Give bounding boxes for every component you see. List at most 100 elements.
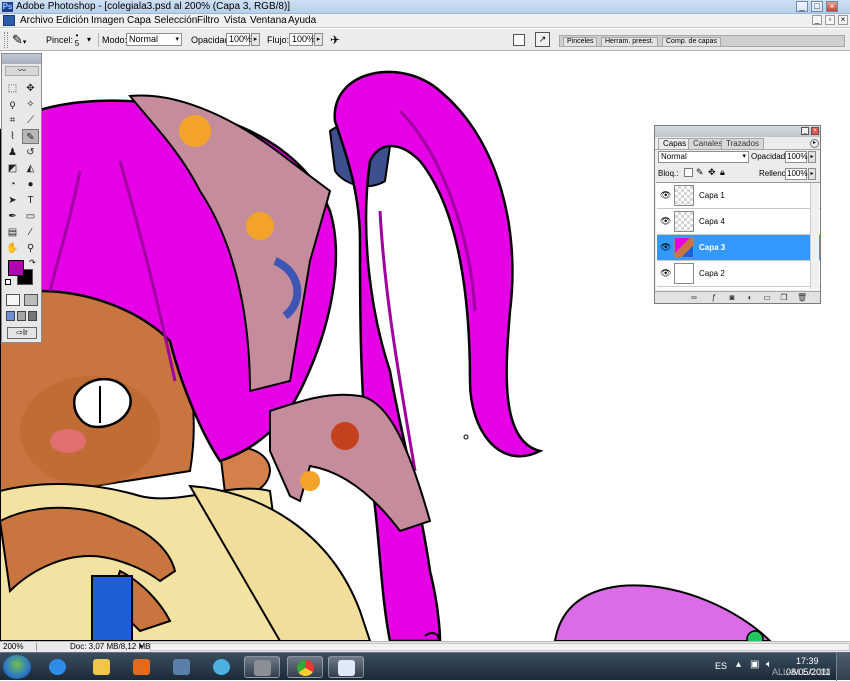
taskbar-window[interactable] (244, 656, 280, 678)
doc-minimize-button[interactable]: _ (812, 15, 822, 25)
panel-menu-icon[interactable]: ▸ (810, 139, 819, 148)
swap-colors-icon[interactable]: ↷ (29, 258, 36, 267)
default-colors-icon[interactable] (5, 279, 11, 285)
minimize-button[interactable]: _ (796, 1, 808, 12)
type-tool-icon[interactable]: T (22, 193, 39, 208)
opacity-input[interactable]: 100% (226, 33, 252, 46)
hand-tool-icon[interactable]: ✋ (4, 241, 21, 256)
new-layer-icon[interactable]: ❐ (779, 293, 789, 303)
opacity-slider-button[interactable]: ▸ (251, 33, 260, 46)
flow-input[interactable]: 100% (289, 33, 315, 46)
panel-minimize-button[interactable]: _ (801, 127, 809, 135)
screen-mode-standard-icon[interactable] (6, 311, 15, 321)
airbrush-icon[interactable]: ✈ (327, 32, 343, 48)
language-indicator[interactable]: ES (715, 661, 727, 671)
brush-size-picker[interactable]: • 5 (72, 32, 82, 48)
lasso-tool-icon[interactable]: ϙ (4, 97, 21, 112)
menu-archivo[interactable]: Archivo (20, 15, 53, 26)
taskbar-media[interactable] (124, 656, 160, 678)
tray-arrow-icon[interactable]: ▴ (736, 659, 741, 670)
clone-stamp-tool-icon[interactable]: ♟ (4, 145, 21, 160)
layer-style-icon[interactable]: ƒ (709, 293, 719, 303)
lock-position-icon[interactable]: ✥ (708, 167, 716, 178)
taskbar-ie[interactable] (40, 656, 76, 678)
new-group-icon[interactable]: ▭ (762, 293, 772, 303)
eyedropper-tool-icon[interactable]: ⁄ (22, 225, 39, 240)
standard-mode-icon[interactable] (6, 294, 20, 306)
doc-close-button[interactable]: × (838, 15, 848, 25)
fill-slider-button[interactable]: ▸ (808, 168, 816, 180)
file-browser-icon[interactable] (513, 34, 525, 46)
link-layers-icon[interactable]: ∞ (689, 293, 699, 303)
menu-ayuda[interactable]: Ayuda (288, 15, 316, 26)
delete-layer-icon[interactable]: 🗑︎ (797, 293, 807, 303)
fill-input[interactable]: 100% (785, 168, 807, 180)
foreground-color-swatch[interactable] (8, 260, 24, 276)
toolbox-grip[interactable] (2, 54, 41, 64)
menu-filtro[interactable]: Filtro (197, 15, 219, 26)
screen-mode-full-menu-icon[interactable] (17, 311, 26, 321)
doc-restore-button[interactable]: ▫ (825, 15, 835, 25)
brush-picker-arrow-icon[interactable]: ▾ (87, 35, 91, 44)
flow-slider-button[interactable]: ▸ (314, 33, 323, 46)
eye-icon[interactable]: 👁︎ (660, 268, 671, 278)
maximize-button[interactable]: □ (811, 1, 823, 12)
taskbar-explorer[interactable] (84, 656, 120, 678)
taskbar-messenger[interactable] (204, 656, 240, 678)
zoom-level[interactable]: 200% (3, 642, 23, 652)
slice-tool-icon[interactable]: ⟋ (22, 113, 39, 128)
horizontal-scrollbar[interactable] (150, 643, 850, 651)
layer-opacity-input[interactable]: 100% (785, 151, 807, 163)
show-desktop-button[interactable] (836, 653, 850, 681)
network-icon[interactable]: ▣ (750, 659, 759, 670)
layer-row[interactable]: 👁︎ Capa 2 (657, 261, 820, 287)
jump-to-imageready-icon[interactable]: ⇨Ir (7, 327, 37, 339)
layer-opacity-slider-button[interactable]: ▸ (808, 151, 816, 163)
palette-tab-herram[interactable]: Herram. preest. (601, 37, 658, 47)
eraser-tool-icon[interactable]: ◩ (4, 161, 21, 176)
dodge-tool-icon[interactable]: ● (22, 177, 39, 192)
move-tool-icon[interactable]: ✥ (22, 81, 39, 96)
layer-row[interactable]: 👁︎ Capa 4 (657, 209, 820, 235)
lock-transparency-icon[interactable] (684, 168, 693, 177)
clock-time[interactable]: 17:39 (796, 656, 819, 666)
status-menu-arrow-icon[interactable]: ▸ (140, 642, 144, 652)
lock-pixels-icon[interactable]: ✎ (696, 167, 704, 178)
crop-tool-icon[interactable]: ⌗ (4, 113, 21, 128)
menu-imagen[interactable]: Imagen (91, 15, 124, 26)
quick-mask-mode-icon[interactable] (24, 294, 38, 306)
document-icon[interactable] (3, 15, 15, 26)
palette-tab-comp-capas[interactable]: Comp. de capas (662, 37, 721, 47)
add-mask-icon[interactable]: ◙ (727, 293, 737, 303)
path-selection-tool-icon[interactable]: ➤ (4, 193, 21, 208)
layer-list-scrollbar[interactable] (810, 183, 819, 289)
layer-row-active[interactable]: 👁︎ Capa 3 (657, 235, 820, 261)
menu-ventana[interactable]: Ventana (250, 15, 287, 26)
brush-tool-preset-icon[interactable]: ✎▾ (12, 32, 34, 48)
menu-vista[interactable]: Vista (224, 15, 246, 26)
feather-logo-icon[interactable]: 〰 (5, 66, 39, 76)
magic-wand-tool-icon[interactable]: ✧ (22, 97, 39, 112)
palette-tab-pinceles[interactable]: Pinceles (563, 37, 598, 47)
taskbar-chrome[interactable] (287, 656, 323, 678)
options-grip[interactable] (4, 32, 8, 48)
panel-close-button[interactable]: × (811, 127, 819, 135)
eye-icon[interactable]: 👁︎ (660, 242, 671, 252)
pen-tool-icon[interactable]: ✒ (4, 209, 21, 224)
layer-row[interactable]: 👁︎ Capa 1 (657, 183, 820, 209)
eye-icon[interactable]: 👁︎ (660, 190, 671, 200)
start-button[interactable] (3, 655, 31, 679)
menu-capa[interactable]: Capa (127, 15, 151, 26)
tab-capas[interactable]: Capas (658, 138, 692, 149)
lock-all-icon[interactable]: 🔒︎ (720, 167, 725, 178)
paint-bucket-tool-icon[interactable]: ◭ (22, 161, 39, 176)
blend-mode-select[interactable]: Normal ▾ (658, 151, 749, 163)
history-brush-tool-icon[interactable]: ↺ (22, 145, 39, 160)
tab-trazados[interactable]: Trazados (721, 138, 765, 149)
menu-edicion[interactable]: Edición (56, 15, 89, 26)
mode-select[interactable]: Normal ▾ (126, 33, 182, 46)
rectangle-tool-icon[interactable]: ▭ (22, 209, 39, 224)
eye-icon[interactable]: 👁︎ (660, 216, 671, 226)
taskbar-photoshop[interactable] (328, 656, 364, 678)
taskbar-app[interactable] (164, 656, 200, 678)
